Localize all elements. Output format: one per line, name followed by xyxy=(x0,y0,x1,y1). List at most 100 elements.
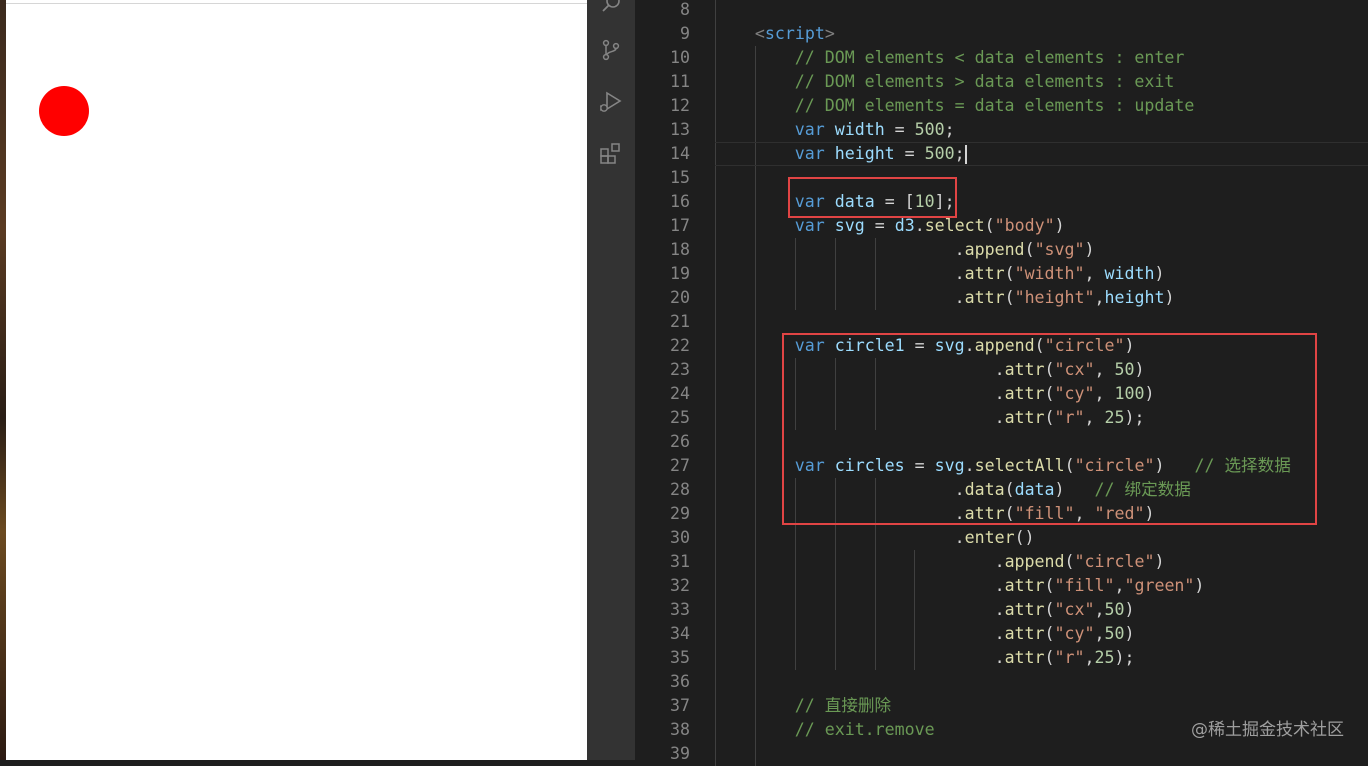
line-number: 33 xyxy=(670,600,690,619)
line-number: 31 xyxy=(670,552,690,571)
code-token: , xyxy=(1094,600,1105,619)
code-token: ; xyxy=(954,144,965,163)
code-line: 12 // DOM elements = data elements : upda… xyxy=(635,94,1368,118)
code-text: .enter() xyxy=(795,526,1035,550)
code-text: .append("circle") xyxy=(795,550,1165,574)
code-line: 31 .append("circle") xyxy=(635,550,1368,574)
code-token: attr xyxy=(1004,624,1045,643)
code-text: var height = 500; xyxy=(795,142,967,166)
line-number: 24 xyxy=(670,384,690,403)
code-token: , xyxy=(1094,288,1105,307)
code-token: "svg" xyxy=(1034,240,1085,259)
line-number: 26 xyxy=(670,432,690,451)
source-control-icon[interactable] xyxy=(587,32,635,68)
line-number: 28 xyxy=(670,480,690,499)
code-token: ); xyxy=(1114,648,1135,667)
code-token: . xyxy=(994,576,1005,595)
code-line: 32 .attr("fill","green") xyxy=(635,574,1368,598)
line-number: 11 xyxy=(670,72,690,91)
code-token: var xyxy=(794,120,825,139)
text-cursor xyxy=(964,145,967,164)
code-token: . xyxy=(994,552,1005,571)
line-number: 23 xyxy=(670,360,690,379)
code-text: // DOM elements > data elements : exit xyxy=(795,70,1175,94)
code-token: . xyxy=(914,216,925,235)
code-token: height xyxy=(834,144,895,163)
line-number: 38 xyxy=(670,720,690,739)
code-token: ( xyxy=(1064,552,1075,571)
line-number: 22 xyxy=(670,336,690,355)
activity-bar xyxy=(587,0,635,760)
code-token: attr xyxy=(1004,576,1045,595)
code-token: // DOM elements > data elements : exit xyxy=(794,72,1175,91)
code-line: 9 <script> xyxy=(635,22,1368,46)
line-number: 9 xyxy=(680,24,690,43)
line-number: 34 xyxy=(670,624,690,643)
run-debug-icon[interactable] xyxy=(587,84,635,120)
code-line: 18 .append("svg") xyxy=(635,238,1368,262)
code-token: . xyxy=(994,648,1005,667)
code-token: ) xyxy=(1164,288,1175,307)
code-token: "r" xyxy=(1054,648,1085,667)
line-number: 37 xyxy=(670,696,690,715)
code-token: ( xyxy=(1004,288,1015,307)
code-token: ) xyxy=(1194,576,1205,595)
code-token: ) xyxy=(1124,624,1135,643)
code-token: "width" xyxy=(1014,264,1085,283)
line-number: 20 xyxy=(670,288,690,307)
code-token: , xyxy=(1094,624,1105,643)
line-number: 30 xyxy=(670,528,690,547)
code-token: // exit.remove xyxy=(794,720,935,739)
code-token: . xyxy=(994,624,1005,643)
code-text: .attr("r",25); xyxy=(795,646,1135,670)
code-token: "cx" xyxy=(1054,600,1095,619)
line-number: 32 xyxy=(670,576,690,595)
code-text: .attr("width", width) xyxy=(795,262,1165,286)
code-token: ) xyxy=(1154,552,1165,571)
red-circle xyxy=(39,86,89,136)
line-number: 25 xyxy=(670,408,690,427)
code-token: append xyxy=(964,240,1025,259)
code-token: width xyxy=(834,120,885,139)
code-text: .attr("cy",50) xyxy=(795,622,1135,646)
line-number: 36 xyxy=(670,672,690,691)
code-token: ( xyxy=(1044,600,1055,619)
search-icon[interactable] xyxy=(587,0,635,22)
code-token: // 直接删除 xyxy=(794,696,892,715)
code-line: 17 var svg = d3.select("body") xyxy=(635,214,1368,238)
code-token: = xyxy=(894,144,925,163)
code-token: attr xyxy=(964,264,1005,283)
code-token: 500 xyxy=(914,120,945,139)
code-token: 500 xyxy=(924,144,955,163)
code-editor[interactable]: 8 9 <script> 10// DOM elements < data eleme… xyxy=(635,0,1368,766)
code-text: .attr("fill","green") xyxy=(795,574,1205,598)
code-token: "circle" xyxy=(1074,552,1155,571)
extensions-icon[interactable] xyxy=(587,136,635,172)
line-number: 35 xyxy=(670,648,690,667)
code-token: < xyxy=(754,24,765,43)
code-token: d3 xyxy=(894,216,915,235)
code-token: var xyxy=(794,144,825,163)
code-token: ( xyxy=(1044,648,1055,667)
code-token: = xyxy=(864,216,895,235)
line-number: 8 xyxy=(680,0,690,19)
code-text: var width = 500; xyxy=(795,118,955,142)
code-token: var xyxy=(794,216,825,235)
line-number: 14 xyxy=(670,144,690,163)
line-number: 10 xyxy=(670,48,690,67)
code-token: ) xyxy=(1154,264,1165,283)
code-token: , xyxy=(1114,576,1125,595)
code-token: "height" xyxy=(1014,288,1095,307)
code-token: width xyxy=(1104,264,1155,283)
code-token: script xyxy=(764,24,825,43)
code-token: ( xyxy=(1024,240,1035,259)
code-token: . xyxy=(954,528,965,547)
line-number: 27 xyxy=(670,456,690,475)
